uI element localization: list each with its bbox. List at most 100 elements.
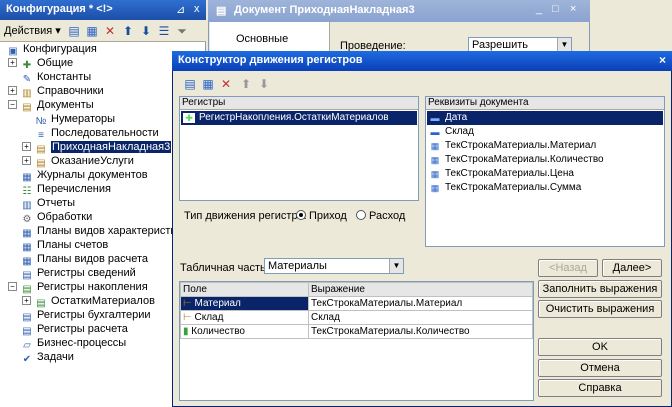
table-attr-icon: ▦ [430, 155, 440, 165]
attribute-item[interactable]: ▦ ТекСтрокаМатериалы.Сумма [427, 181, 582, 195]
collapse-icon[interactable]: − [8, 282, 17, 291]
dimension-icon: ⊢ [183, 312, 195, 323]
document-window-icon: ▤ [216, 5, 227, 17]
table-attr-icon: ▦ [430, 183, 440, 193]
attr-icon: ▬ [430, 127, 440, 137]
tree-item[interactable]: ✎ Константы [20, 70, 91, 85]
expand-icon[interactable]: + [22, 296, 31, 305]
expand-icon[interactable]: + [22, 142, 31, 151]
document-window-title: Документ ПриходнаяНакладная3 [234, 4, 415, 16]
collapse-icon[interactable]: − [8, 100, 17, 109]
chevron-down-icon[interactable]: ▼ [557, 38, 571, 52]
tree-item[interactable]: ▦ Планы счетов [20, 238, 108, 253]
configuration-title: Конфигурация * <!> [6, 3, 113, 15]
tasks-icon: ✔ [22, 354, 32, 365]
maximize-button[interactable]: □ [552, 3, 559, 15]
income-radio[interactable]: Приход [296, 210, 347, 222]
close-panel-button[interactable]: x [194, 3, 200, 15]
table-attr-icon: ▦ [430, 141, 440, 151]
expression-cell[interactable]: ТекСтрокаМатериалы.Количество [308, 324, 533, 339]
move-down-icon[interactable]: ⬇ [256, 76, 272, 92]
sort-icon[interactable]: ☰ [156, 23, 172, 39]
attribute-item[interactable]: ▬ Склад [427, 125, 474, 139]
registers-list[interactable]: Регистры ✚ РегистрНакопления.ОстаткиМатер… [179, 96, 419, 201]
remove-register-icon[interactable]: ✕ [218, 76, 234, 92]
tree-item[interactable]: № Нумераторы [34, 112, 115, 127]
pin-icon[interactable]: ⊿ [176, 3, 185, 16]
tree-item[interactable]: ▣ Конфигурация [6, 42, 97, 57]
tree-item[interactable]: ☷ Перечисления [20, 182, 111, 197]
help-button[interactable]: Справка [538, 379, 662, 397]
movement-type-label: Тип движения регистра: [184, 210, 307, 222]
actions-menu[interactable]: Действия ▾ [4, 24, 61, 37]
tree-item[interactable]: + ▥ Справочники [8, 84, 104, 99]
filter-icon[interactable]: ⏷ [174, 23, 190, 39]
chevron-down-icon[interactable]: ▼ [389, 259, 403, 273]
table-part-label: Табличная часть: [180, 262, 269, 274]
grid-row[interactable]: ▮ Количество ТекСтрокаМатериалы.Количест… [180, 324, 533, 339]
column-header-field[interactable]: Поле [180, 282, 309, 297]
cancel-button[interactable]: Отмена [538, 359, 662, 377]
tree-item[interactable]: ▤ Регистры расчета [20, 322, 128, 337]
radio-checked-icon [296, 210, 306, 220]
tree-item[interactable]: ▦ Журналы документов [20, 168, 147, 183]
close-window-button[interactable]: × [570, 3, 576, 15]
grid-row[interactable]: ⊢ Материал ТекСтрокаМатериалы.Материал [180, 296, 533, 311]
expand-icon[interactable]: + [22, 156, 31, 165]
tree-item[interactable]: ⚙ Обработки [20, 210, 93, 225]
move-down-icon[interactable]: ⬇ [138, 23, 154, 39]
grid-row[interactable]: ⊢ Склад Склад [180, 310, 533, 325]
tab-main[interactable]: Основные [236, 33, 288, 45]
add-register-icon[interactable]: ▤ [182, 76, 198, 92]
back-button[interactable]: <Назад [538, 259, 598, 277]
attribute-item[interactable]: ▦ ТекСтрокаМатериалы.Материал [427, 139, 597, 153]
tree-item[interactable]: − ▤ Регистры накопления [8, 280, 148, 295]
tree-item[interactable]: ▤ Регистры сведений [20, 266, 135, 281]
fill-expressions-button[interactable]: Заполнить выражения [538, 280, 662, 298]
delete-icon[interactable]: ✕ [102, 23, 118, 39]
dialog-title-bar: Конструктор движения регистров × [172, 51, 672, 71]
add-icon[interactable]: ▤ [66, 23, 82, 39]
next-button[interactable]: Далее> [602, 259, 662, 277]
edit-register-icon[interactable]: ▦ [200, 76, 216, 92]
tree-item-selected[interactable]: + ▤ ПриходнаяНакладная3 [22, 140, 172, 155]
attribute-item[interactable]: ▦ ТекСтрокаМатериалы.Количество [427, 153, 604, 167]
tree-item[interactable]: ≡ Последовательности [34, 126, 159, 141]
ok-button[interactable]: OK [538, 338, 662, 356]
minimize-button[interactable]: _ [536, 3, 542, 15]
field-cell[interactable]: Склад [195, 312, 224, 323]
tree-item[interactable]: ▦ Планы видов характеристик [20, 224, 181, 239]
tree-item[interactable]: ✔ Задачи [20, 350, 74, 365]
table-part-select[interactable]: Материалы ▼ [264, 258, 404, 274]
tree-item[interactable]: ▥ Отчеты [20, 196, 75, 211]
expense-radio[interactable]: Расход [356, 210, 405, 222]
attribute-item[interactable]: ▦ ТекСтрокаМатериалы.Цена [427, 167, 574, 181]
expression-cell[interactable]: ТекСтрокаМатериалы.Материал [308, 296, 533, 311]
register-add-icon: ✚ [183, 113, 195, 123]
field-cell[interactable]: Материал [195, 298, 241, 309]
tree-item[interactable]: ▱ Бизнес-процессы [20, 336, 126, 351]
column-header-expression[interactable]: Выражение [308, 282, 533, 297]
move-up-icon[interactable]: ⬆ [238, 76, 254, 92]
document-attributes-list[interactable]: Реквизиты документа ▬ Дата ▬ Склад ▦ ТекСтр… [425, 96, 665, 247]
attribute-item[interactable]: ▬ Дата [427, 111, 663, 125]
expand-icon[interactable]: + [8, 58, 17, 67]
expand-icon[interactable]: + [8, 86, 17, 95]
clear-expressions-button[interactable]: Очистить выражения [538, 300, 662, 318]
copy-icon[interactable]: ▦ [84, 23, 100, 39]
field-cell[interactable]: Количество [191, 326, 245, 337]
move-up-icon[interactable]: ⬆ [120, 23, 136, 39]
tree-item[interactable]: + ▤ ОказаниеУслуги [22, 154, 134, 169]
tree-item[interactable]: − ▤ Документы [8, 98, 94, 113]
configuration-title-bar: Конфигурация * <!> ⊿ x [0, 0, 206, 20]
expression-cell[interactable]: Склад [308, 310, 533, 325]
tree-item[interactable]: + ▤ ОстаткиМатериалов [22, 294, 155, 309]
fields-grid[interactable]: Поле Выражение ⊢ Материал ТекСтрокаМатер… [179, 281, 534, 401]
close-dialog-button[interactable]: × [659, 53, 666, 67]
register-item[interactable]: ✚ РегистрНакопления.ОстаткиМатериалов [181, 111, 417, 125]
tree-item[interactable]: ▦ Планы видов расчета [20, 252, 148, 267]
dimension-icon: ⊢ [183, 298, 195, 309]
tree-item[interactable]: + ✚ Общие [8, 56, 73, 71]
attributes-header: Реквизиты документа [426, 97, 664, 110]
tree-item[interactable]: ▤ Регистры бухгалтерии [20, 308, 150, 323]
